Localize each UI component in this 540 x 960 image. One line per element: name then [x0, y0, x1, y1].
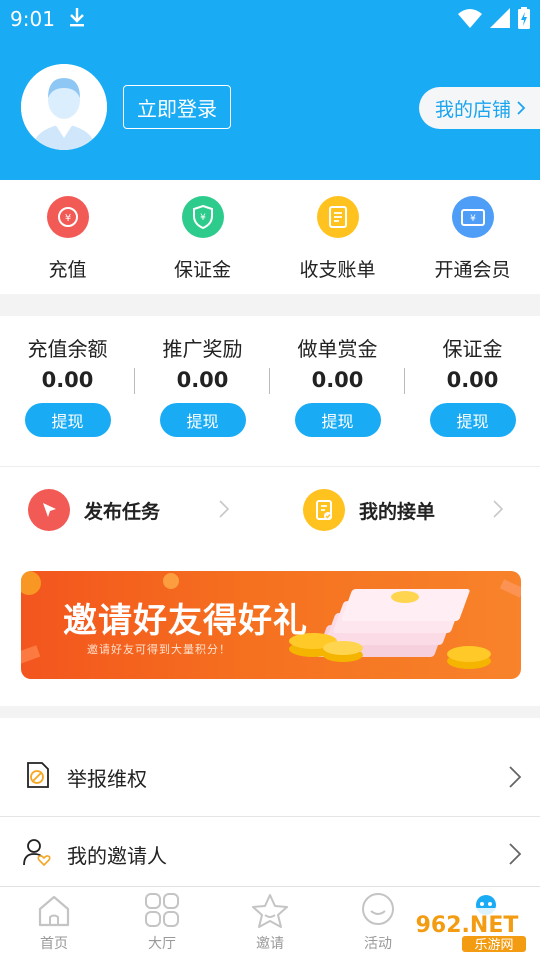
wifi-icon: [458, 8, 482, 32]
my-orders-label: 我的接单: [359, 500, 436, 523]
balance-bounty: 做单赏金 0.00 提现: [270, 316, 405, 466]
recharge-icon: ¥: [46, 196, 89, 238]
tab-invite[interactable]: 邀请: [216, 887, 324, 960]
home-icon: [38, 895, 70, 927]
chevron-right-icon: [509, 843, 522, 865]
shield-icon: ¥: [181, 196, 224, 238]
chevron-right-icon: [509, 766, 522, 788]
balance-recharge: 充值余额 0.00 提现: [0, 316, 135, 466]
signal-icon: [490, 8, 510, 32]
tab-home[interactable]: 首页: [0, 887, 108, 960]
menu-list: 举报维权 我的邀请人: [0, 718, 540, 886]
balance-value: 0.00: [311, 368, 364, 392]
battery-icon: [518, 7, 530, 33]
balance-promotion: 推广奖励 0.00 提现: [135, 316, 270, 466]
withdraw-button[interactable]: 提现: [24, 403, 111, 437]
divider: [0, 466, 540, 467]
vip-card-icon: ¥: [451, 196, 494, 238]
tab-label: 首页: [40, 936, 68, 952]
publish-task-button[interactable]: 发布任务: [28, 488, 160, 532]
banner-subtitle: 邀请好友可得到大量积分！: [87, 643, 231, 656]
quick-action-bill[interactable]: 收支账单: [270, 180, 405, 294]
svg-text:¥: ¥: [64, 213, 70, 224]
tab-hall[interactable]: 大厅: [108, 887, 216, 960]
quick-action-deposit[interactable]: ¥ 保证金: [135, 180, 270, 294]
balance-value: 0.00: [41, 368, 94, 392]
quick-action-label: 开通会员: [434, 259, 511, 281]
svg-text:乐游网: 乐游网: [474, 938, 513, 953]
balance-title: 推广奖励: [162, 337, 243, 361]
quick-action-label: 收支账单: [299, 259, 376, 281]
tab-label: 大厅: [148, 936, 176, 952]
svg-text:¥: ¥: [470, 214, 476, 224]
balance-panel: 充值余额 0.00 提现 推广奖励 0.00 提现 做单赏金 0.00 提现 保…: [0, 316, 540, 466]
balance-value: 0.00: [446, 368, 499, 392]
order-icon: [303, 489, 345, 531]
publish-task-label: 发布任务: [84, 500, 161, 523]
my-store-label: 我的店铺: [435, 98, 512, 121]
avatar[interactable]: [21, 64, 107, 150]
chevron-right-icon: [517, 101, 526, 115]
inviter-icon: [22, 837, 52, 871]
quick-actions: ¥ 充值 ¥ 保证金 收支账单 ¥ 开通会员: [0, 180, 540, 294]
my-store-button[interactable]: 我的店铺: [419, 87, 540, 129]
menu-item-report[interactable]: 举报维权: [0, 739, 540, 815]
profile-header: 立即登录 我的店铺: [0, 36, 540, 180]
status-time: 9:01: [10, 7, 55, 31]
chevron-right-icon: [493, 500, 504, 518]
chat-icon: [362, 893, 394, 925]
balance-value: 0.00: [176, 368, 229, 392]
withdraw-button[interactable]: 提现: [294, 403, 381, 437]
cursor-icon: [28, 489, 70, 531]
site-watermark-logo: 962.NET 乐游网: [402, 908, 532, 954]
quick-action-recharge[interactable]: ¥ 充值: [0, 180, 135, 294]
menu-item-label: 举报维权: [67, 766, 147, 791]
download-icon: [68, 6, 86, 32]
quick-action-label: 保证金: [173, 259, 231, 281]
invite-banner[interactable]: 邀请好友得好礼 邀请好友可得到大量积分！: [21, 571, 521, 679]
withdraw-button[interactable]: 提现: [429, 403, 516, 437]
withdraw-button[interactable]: 提现: [159, 403, 246, 437]
task-section: 发布任务 我的接单 邀请好友得好礼 邀请好友可得到大量积分！: [0, 466, 540, 706]
grid-icon: [145, 893, 179, 927]
tab-label: 邀请: [256, 936, 284, 952]
menu-item-label: 我的邀请人: [67, 843, 167, 868]
balance-title: 充值余额: [27, 337, 108, 361]
quick-action-label: 充值: [48, 259, 87, 281]
balance-title: 做单赏金: [297, 337, 378, 361]
menu-item-inviter[interactable]: 我的邀请人: [0, 816, 540, 892]
report-icon: [22, 760, 52, 794]
my-orders-button[interactable]: 我的接单: [303, 488, 435, 532]
login-button[interactable]: 立即登录: [123, 85, 231, 129]
banner-title: 邀请好友得好礼: [63, 601, 308, 641]
status-bar: 9:01: [0, 0, 540, 36]
svg-text:962.NET: 962.NET: [416, 913, 519, 938]
svg-text:¥: ¥: [200, 213, 206, 223]
chevron-right-icon: [219, 500, 230, 518]
star-icon: [252, 894, 288, 928]
bill-icon: [316, 196, 359, 238]
balance-deposit: 保证金 0.00 提现: [405, 316, 540, 466]
quick-action-vip[interactable]: ¥ 开通会员: [405, 180, 540, 294]
balance-title: 保证金: [442, 337, 503, 361]
